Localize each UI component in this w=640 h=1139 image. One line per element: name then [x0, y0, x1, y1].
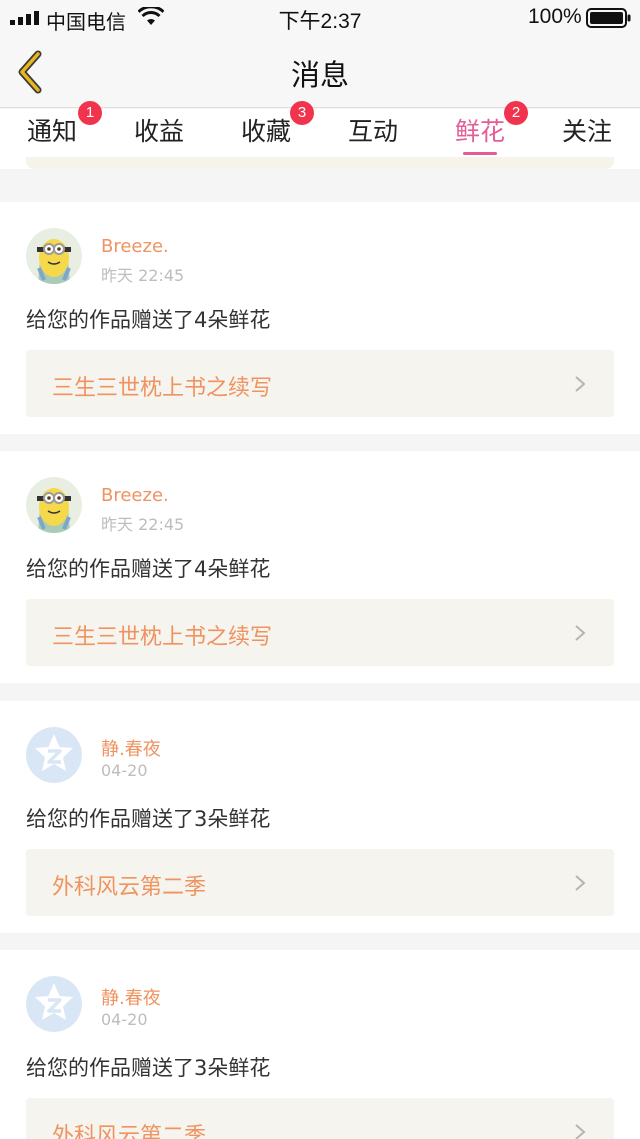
chevron-right-icon: [575, 376, 586, 392]
unread-badge: 1: [78, 101, 102, 125]
minion-avatar[interactable]: [26, 228, 82, 284]
tab-label: 鲜花: [454, 117, 505, 146]
message-text: 给您的作品赠送了3朵鲜花: [26, 1056, 271, 1080]
work-link[interactable]: 外科风云第二季: [26, 1098, 614, 1139]
tab-interaction[interactable]: 互动: [323, 109, 423, 157]
work-link[interactable]: 外科风云第二季: [26, 849, 614, 916]
tab-bar-divider: [26, 157, 614, 169]
tab-earnings[interactable]: 收益: [109, 109, 209, 157]
work-link[interactable]: 三生三世枕上书之续写: [26, 350, 614, 417]
work-title: 三生三世枕上书之续写: [52, 625, 273, 650]
message-card: Breeze. 昨天 22:45 给您的作品赠送了4朵鲜花 三生三世枕上书之续写: [0, 202, 640, 434]
tab-label: 关注: [561, 117, 612, 146]
active-tab-indicator: [463, 152, 497, 155]
default-avatar[interactable]: [26, 976, 82, 1032]
sender-name[interactable]: 静.春夜: [101, 735, 161, 761]
message-text: 给您的作品赠送了3朵鲜花: [26, 807, 271, 831]
tab-label: 通知: [26, 117, 77, 146]
sender-name[interactable]: 静.春夜: [101, 984, 161, 1010]
message-text: 给您的作品赠送了4朵鲜花: [26, 308, 271, 332]
status-bar: 中国电信 下午2:37 100%: [0, 0, 640, 36]
message-card: Breeze. 昨天 22:45 给您的作品赠送了4朵鲜花 三生三世枕上书之续写: [0, 451, 640, 683]
tab-label: 互动: [347, 117, 398, 146]
unread-badge: 2: [504, 101, 528, 125]
sender-name[interactable]: Breeze.: [101, 236, 169, 257]
message-text: 给您的作品赠送了4朵鲜花: [26, 557, 271, 581]
default-avatar[interactable]: [26, 727, 82, 783]
sender-name[interactable]: Breeze.: [101, 485, 169, 506]
tab-bar: 通知 1 收益 收藏 3 互动 鲜花 2 关注: [0, 101, 640, 169]
message-card: 静.春夜 04-20 给您的作品赠送了3朵鲜花 外科风云第二季: [0, 701, 640, 933]
minion-avatar[interactable]: [26, 477, 82, 533]
work-title: 外科风云第二季: [52, 875, 207, 900]
tab-follow[interactable]: 关注: [537, 109, 637, 157]
chevron-right-icon: [575, 625, 586, 641]
message-time: 昨天 22:45: [101, 266, 185, 285]
work-title: 三生三世枕上书之续写: [52, 376, 273, 401]
page-title: 消息: [290, 58, 349, 92]
work-link[interactable]: 三生三世枕上书之续写: [26, 599, 614, 666]
tab-label: 收益: [133, 117, 184, 146]
unread-badge: 3: [290, 101, 314, 125]
message-time: 04-20: [101, 1010, 148, 1029]
battery-icon: [586, 8, 631, 28]
message-card: 静.春夜 04-20 给您的作品赠送了3朵鲜花 外科风云第二季: [0, 950, 640, 1139]
battery-percent: 100%: [528, 5, 582, 28]
chevron-right-icon: [575, 1124, 586, 1139]
tab-flowers[interactable]: 鲜花 2: [430, 101, 530, 157]
tab-label: 收藏: [240, 117, 291, 146]
tab-favorites[interactable]: 收藏 3: [216, 101, 316, 157]
message-time: 昨天 22:45: [101, 515, 185, 534]
work-title: 外科风云第二季: [52, 1124, 207, 1139]
tab-notice[interactable]: 通知 1: [2, 101, 102, 157]
chevron-right-icon: [575, 875, 586, 891]
message-time: 04-20: [101, 761, 148, 780]
nav-bar: 消息: [0, 36, 640, 108]
